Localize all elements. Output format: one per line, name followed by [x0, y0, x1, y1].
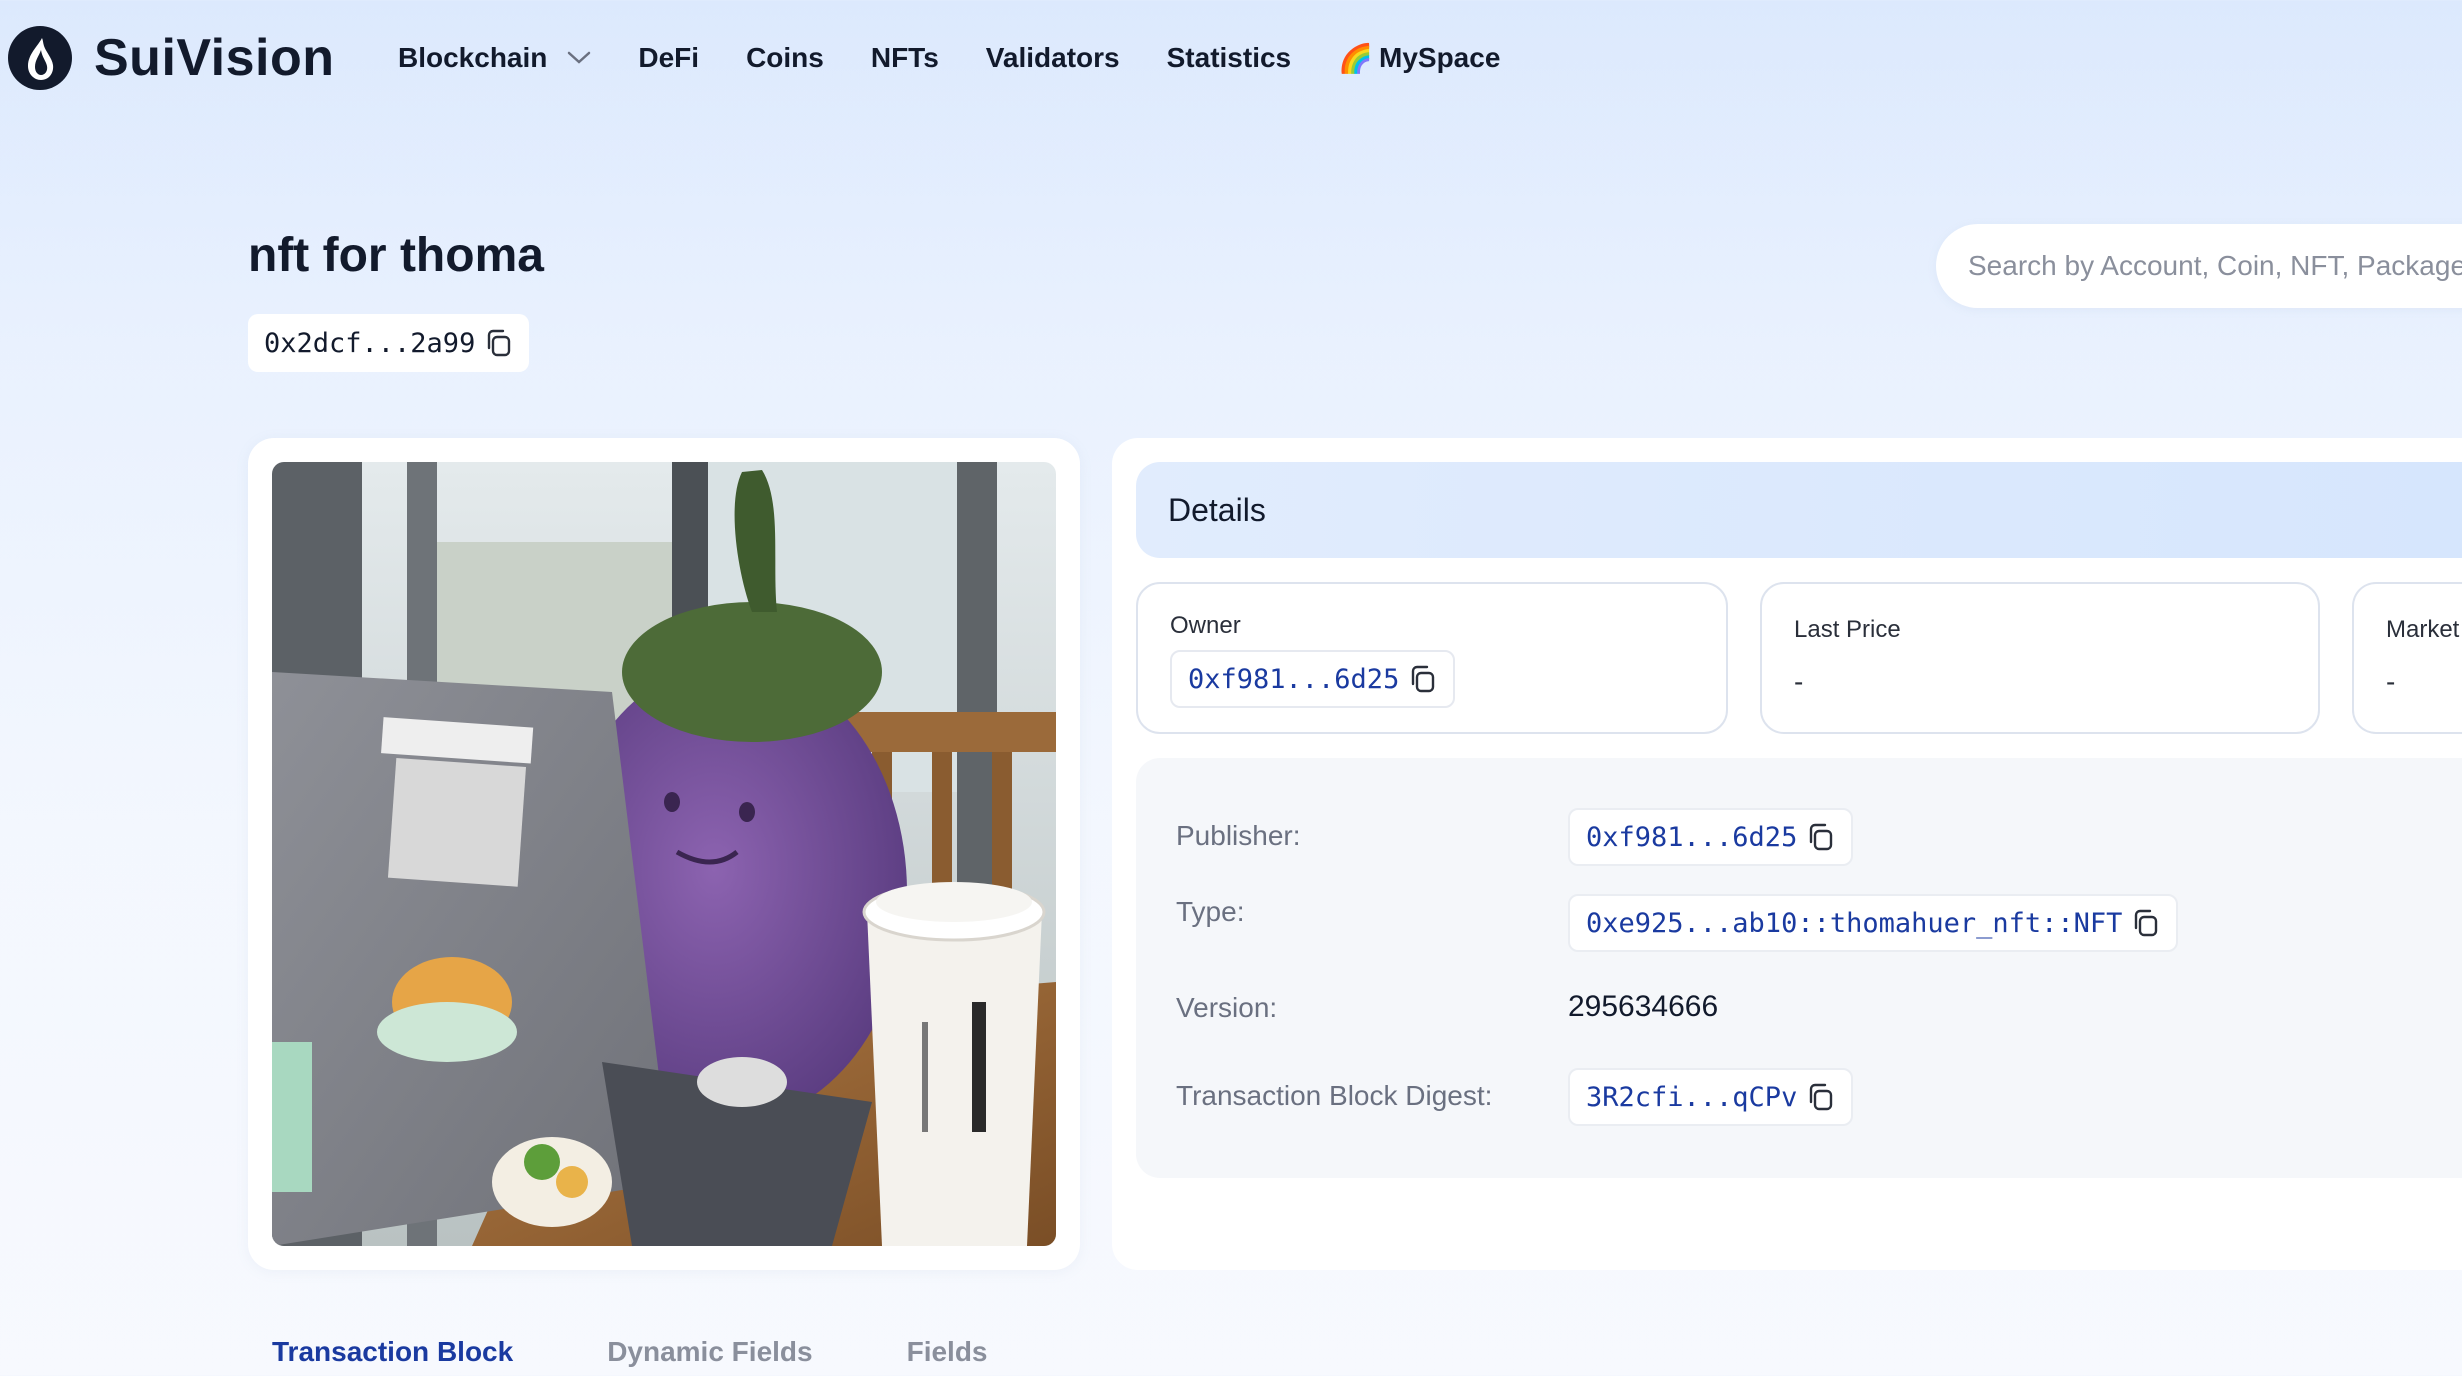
object-tabs: Transaction Block Dynamic Fields Fields — [272, 1336, 1082, 1368]
last-price-card: Last Price - — [1760, 582, 2320, 734]
version-label: Version: — [1176, 992, 1278, 1023]
object-id-chip: 0x2dcf...2a99 — [248, 314, 530, 372]
copy-icon[interactable] — [1807, 1082, 1835, 1112]
nft-image[interactable] — [272, 462, 1056, 1246]
publisher-address[interactable]: 0xf981...6d25 — [1586, 822, 1797, 853]
nav-item-validators[interactable]: Validators — [986, 42, 1120, 74]
sui-drop-icon — [8, 26, 72, 90]
tab-transaction-block[interactable]: Transaction Block — [272, 1336, 513, 1368]
tab-dynamic-fields[interactable]: Dynamic Fields — [607, 1336, 812, 1368]
owner-address-chip[interactable]: 0xf981...6d25 — [1170, 650, 1456, 708]
nav-item-label: Validators — [985, 42, 1120, 73]
type-value[interactable]: 0xe925...ab10::thomahuer_nft::NFT — [1586, 908, 2122, 939]
last-price-label: Last Price — [1794, 616, 1901, 643]
copy-icon[interactable] — [1409, 664, 1437, 694]
market-label: Market — [2386, 616, 2460, 643]
nav-item-myspace[interactable]: 🌈 MySpace — [1338, 42, 1500, 75]
page-title: nft for thoma — [248, 229, 544, 282]
copy-icon[interactable] — [2132, 908, 2160, 938]
nav-item-label: NFTs — [870, 42, 939, 73]
tx-digest-chip[interactable]: 3R2cfi...qCPv — [1568, 1068, 1854, 1126]
nav-item-statistics[interactable]: Statistics — [1167, 42, 1292, 74]
copy-icon[interactable] — [1807, 822, 1835, 852]
nav-item-nfts[interactable]: NFTs — [871, 42, 939, 74]
publisher-chip[interactable]: 0xf981...6d25 — [1568, 808, 1854, 866]
search-input[interactable] — [1968, 250, 2462, 282]
copy-icon[interactable] — [485, 328, 513, 358]
object-id: 0x2dcf...2a99 — [264, 327, 476, 359]
suivision-logo[interactable]: SuiVision — [8, 26, 334, 90]
nav-item-label: MySpace — [1379, 42, 1501, 73]
owner-card: Owner 0xf981...6d25 — [1136, 582, 1728, 734]
nav-item-defi[interactable]: DeFi — [638, 42, 699, 74]
brand-name: SuiVision — [94, 29, 335, 87]
tab-fields[interactable]: Fields — [907, 1336, 988, 1368]
tx-digest-value[interactable]: 3R2cfi...qCPv — [1586, 1082, 1797, 1113]
nav-item-label: DeFi — [638, 42, 700, 73]
main-nav: Blockchain DeFi Coins NFTs Validators St… — [398, 38, 1547, 78]
nav-item-label: Coins — [746, 42, 824, 73]
type-chip[interactable]: 0xe925...ab10::thomahuer_nft::NFT — [1568, 894, 2179, 952]
type-label: Type: — [1176, 896, 1245, 927]
nav-item-label: Blockchain — [398, 42, 548, 73]
details-header: Details — [1136, 462, 2462, 558]
owner-label: Owner — [1170, 612, 1241, 639]
search-bar[interactable] — [1936, 224, 2462, 308]
nav-item-coins[interactable]: Coins — [746, 42, 824, 74]
market-card: Market - — [2352, 582, 2462, 734]
nav-item-label: Statistics — [1166, 42, 1292, 73]
owner-address[interactable]: 0xf981...6d25 — [1188, 664, 1399, 695]
rainbow-icon: 🌈 — [1338, 42, 1373, 74]
publisher-label: Publisher: — [1176, 820, 1301, 851]
tx-digest-label: Transaction Block Digest: — [1176, 1080, 1493, 1111]
nft-image-card — [248, 438, 1080, 1270]
version-value: 295634666 — [1568, 990, 1719, 1023]
object-info-box: Publisher: 0xf981...6d25 Type: 0xe925...… — [1136, 758, 2462, 1178]
market-value: - — [2386, 666, 2396, 697]
last-price-value: - — [1794, 666, 1804, 697]
chevron-down-icon — [568, 51, 591, 64]
details-panel: Details Owner 0xf981...6d25 Last Price -… — [1112, 438, 2462, 1270]
nav-item-blockchain[interactable]: Blockchain — [398, 42, 591, 74]
